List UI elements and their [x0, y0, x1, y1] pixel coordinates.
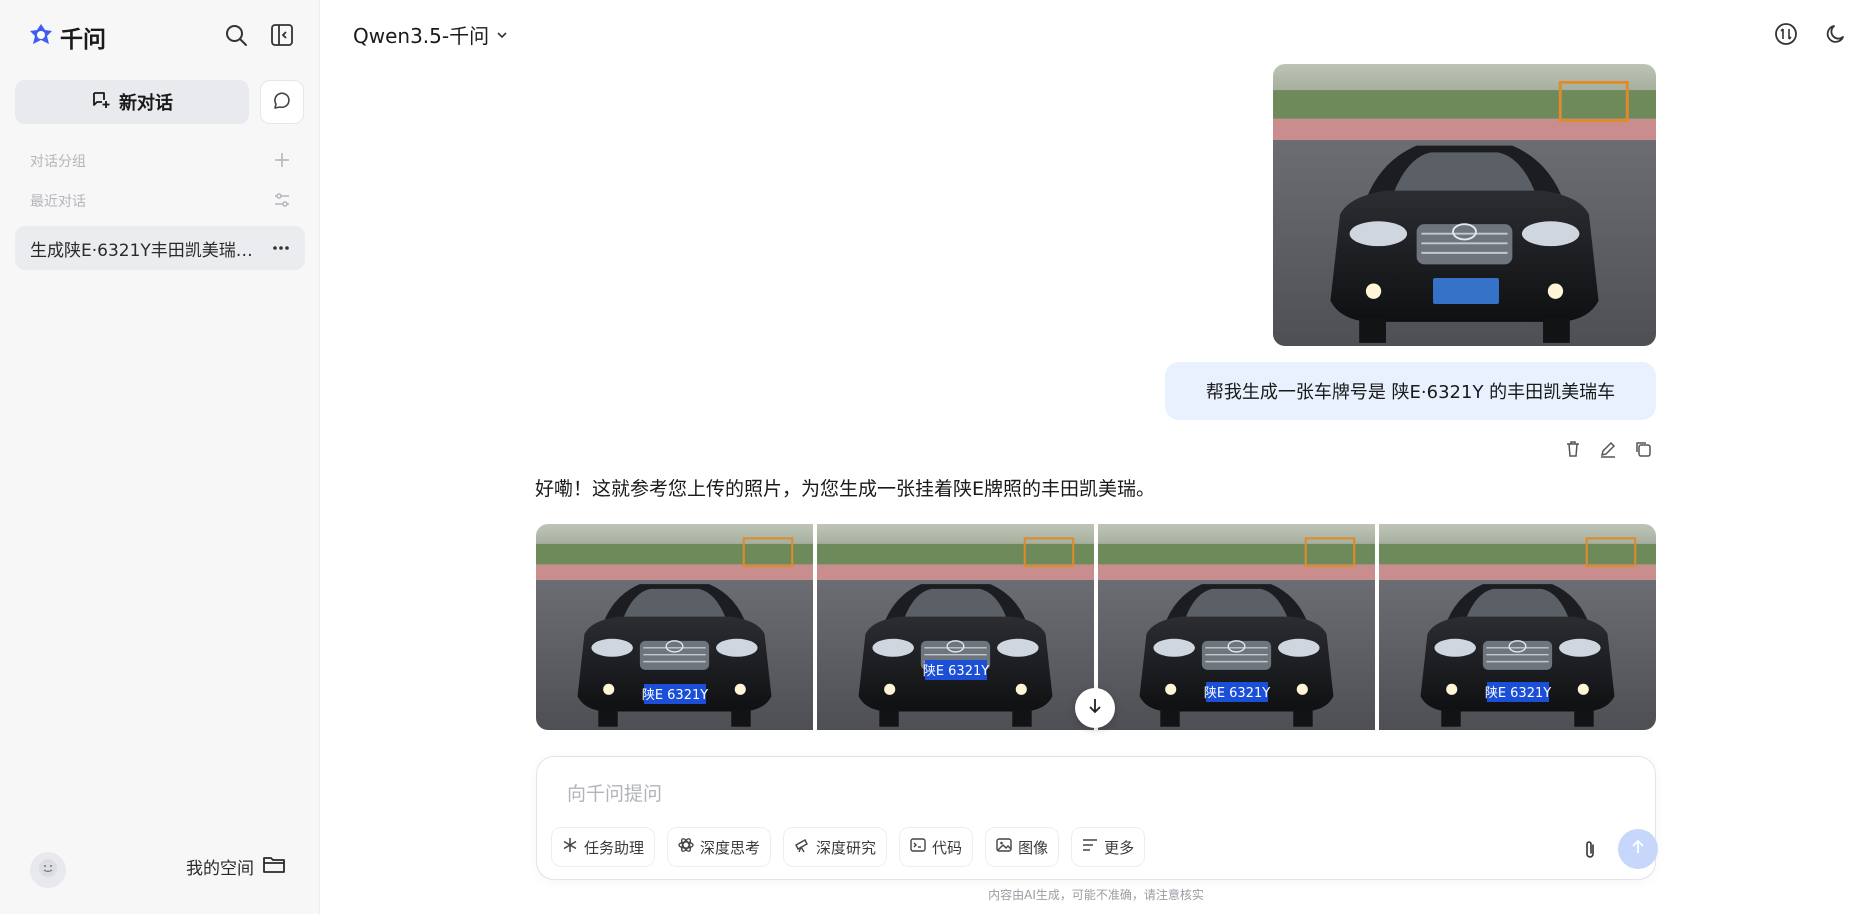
plate-text: 陕E 6321Y: [642, 688, 708, 703]
history-item-title: 生成陕E·6321Y丰田凯美瑞车牌照片: [30, 240, 258, 261]
plate-text: 陕E 6321Y: [923, 664, 989, 679]
generated-car-image-1[interactable]: 陕E 6321Y: [536, 524, 813, 730]
scroll-to-bottom-button[interactable]: [1075, 688, 1115, 728]
image-button[interactable]: 图像: [985, 827, 1060, 867]
code-button[interactable]: 代码: [899, 827, 974, 867]
tool-label: 任务助理: [584, 838, 645, 857]
add-group-icon[interactable]: [270, 148, 294, 172]
my-space-link[interactable]: 我的空间: [186, 854, 286, 879]
avatar[interactable]: [30, 852, 66, 888]
user-message-bubble: 帮我生成一张车牌号是 陕E·6321Y 的丰田凯美瑞车: [1165, 362, 1656, 420]
filter-sliders-icon[interactable]: [270, 188, 294, 212]
qwen-logo-icon: [28, 22, 54, 52]
message-composer: 任务助理 深度思考 深度研究 代码 图像: [536, 756, 1658, 880]
arrow-down-icon: [1086, 697, 1104, 719]
group-section-label: 对话分组: [30, 154, 86, 170]
folder-icon: [262, 854, 286, 879]
tool-label: 深度研究: [816, 838, 877, 857]
app-window: 千问 新对话 对话分组 最近对话 生成陕E·6321Y丰田凯美瑞车 我的空间 Q…: [0, 0, 1872, 914]
generated-car-image-2[interactable]: 陕E 6321Y: [817, 524, 1094, 730]
recent-section-label: 最近对话: [30, 194, 86, 210]
model-name: Qwen3.5-千问: [353, 24, 490, 48]
tool-label: 深度思考: [700, 838, 761, 857]
collapse-sidebar-icon[interactable]: [267, 20, 297, 50]
brand-logo[interactable]: 千问: [28, 20, 106, 54]
atom-icon: [678, 837, 694, 857]
deep-research-button[interactable]: 深度研究: [783, 827, 888, 867]
dark-mode-moon-icon[interactable]: [1820, 18, 1852, 50]
plate-text: 陕E 6321Y: [1485, 686, 1551, 701]
edit-pencil-icon[interactable]: [1595, 436, 1621, 462]
terminal-icon: [910, 837, 926, 857]
delete-trash-icon[interactable]: [1560, 436, 1586, 462]
paperclip-attach-icon[interactable]: [1577, 837, 1603, 863]
copy-icon[interactable]: [1630, 436, 1656, 462]
chat-main: Qwen3.5-千问 帮我生成一张车牌号是 陕E·6321Y 的丰田凯美瑞车 好…: [320, 0, 1872, 914]
search-icon[interactable]: [221, 20, 251, 50]
asterisk-icon: [562, 837, 578, 857]
new-chat-button[interactable]: 新对话: [15, 80, 249, 124]
new-chat-label: 新对话: [119, 93, 173, 114]
chat-bubble-refresh-button[interactable]: [260, 80, 304, 124]
telescope-icon: [794, 837, 810, 857]
tool-label: 更多: [1104, 838, 1135, 857]
deep-thinking-button[interactable]: 深度思考: [667, 827, 772, 867]
user-uploaded-car-photo[interactable]: [1273, 64, 1656, 346]
assistant-message-text: 好嘞！这就参考您上传的照片，为您生成一张挂着陕E牌照的丰田凯美瑞。: [535, 478, 1156, 500]
history-item[interactable]: 生成陕E·6321Y丰田凯美瑞车牌照片: [15, 226, 305, 270]
arrow-up-icon: [1630, 839, 1646, 859]
generated-car-image-4[interactable]: 陕E 6321Y: [1379, 524, 1656, 730]
tool-label: 图像: [1018, 838, 1049, 857]
chat-refresh-icon: [272, 90, 292, 114]
user-message-text: 帮我生成一张车牌号是 陕E·6321Y 的丰田凯美瑞车: [1205, 382, 1616, 403]
car-photo-illustration: [1273, 64, 1656, 346]
new-chat-icon: [91, 90, 111, 115]
generated-car-image-3[interactable]: 陕E 6321Y: [1098, 524, 1375, 730]
sidebar: 千问 新对话 对话分组 最近对话 生成陕E·6321Y丰田凯美瑞车 我的空间: [0, 0, 320, 914]
composer-toolbar: 任务助理 深度思考 深度研究 代码 图像 更多: [551, 827, 1146, 867]
sync-circle-icon[interactable]: [1770, 18, 1802, 50]
more-tools-button[interactable]: 更多: [1071, 827, 1146, 867]
chevron-down-icon: [495, 23, 509, 47]
image-icon: [996, 837, 1012, 857]
ai-disclaimer: 内容由AI生成，可能不准确，请注意核实: [988, 888, 1204, 902]
tool-label: 代码: [932, 838, 963, 857]
more-options-icon[interactable]: [269, 236, 293, 260]
plate-text: 陕E 6321Y: [1204, 686, 1270, 701]
model-selector[interactable]: Qwen3.5-千问: [353, 20, 509, 49]
menu-lines-icon: [1082, 837, 1098, 857]
send-button[interactable]: [1618, 829, 1658, 869]
prompt-input[interactable]: [567, 779, 1467, 809]
my-space-label: 我的空间: [186, 859, 254, 879]
avatar-face-icon: [37, 857, 59, 883]
task-assistant-button[interactable]: 任务助理: [551, 827, 656, 867]
brand-name: 千问: [60, 27, 106, 53]
